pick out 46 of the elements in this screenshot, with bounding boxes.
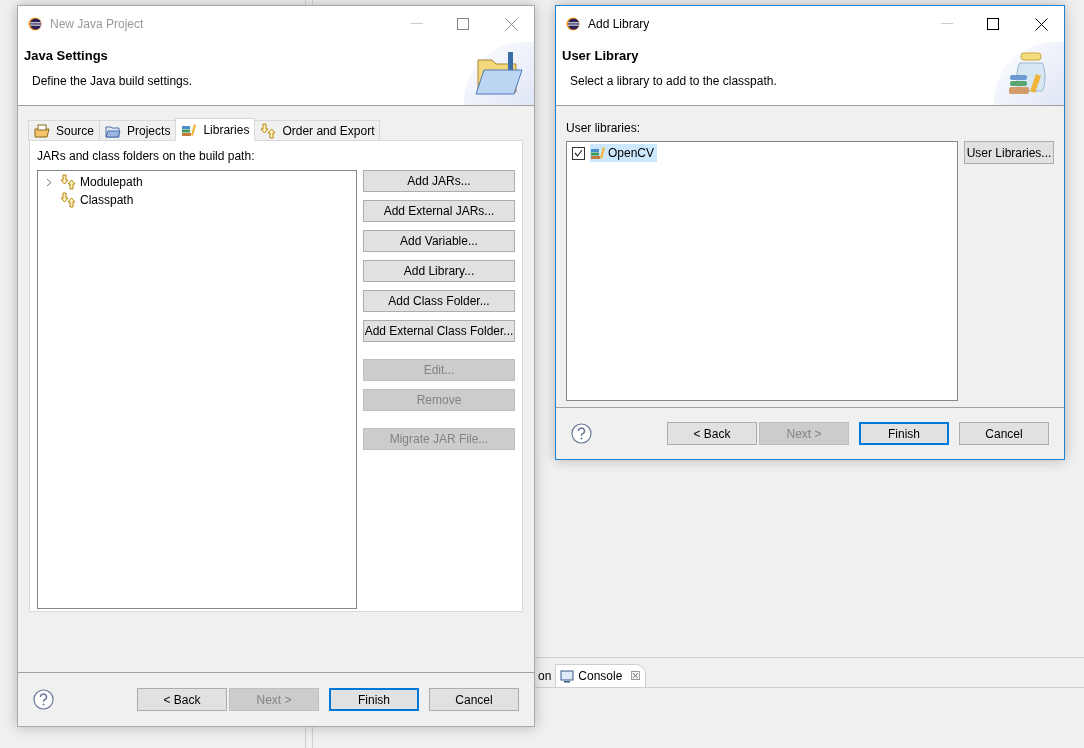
books-icon [181,122,198,137]
tab[interactable]: Source [28,120,101,141]
side-button[interactable]: Add Variable... [363,230,515,252]
tab[interactable]: Libraries [175,118,256,141]
view-tab[interactable]: on [538,665,552,687]
footer-button[interactable]: Cancel [429,688,519,711]
folder-icon [105,123,122,138]
side-button[interactable]: Add External Class Folder... [363,320,515,342]
footer-button[interactable]: Finish [329,688,419,711]
tree-item[interactable]: Modulepath [80,173,143,191]
eclipse-logo-icon [28,17,42,31]
library-item[interactable]: OpenCV [590,144,658,162]
build-path-label: JARs and class folders on the build path: [37,148,256,165]
page-description: Define the Java build settings. [32,72,193,90]
expand-chevron-icon[interactable] [46,177,52,187]
help-icon[interactable] [571,423,592,444]
page-heading: User Library [562,47,640,65]
list-label: User libraries: [566,120,641,137]
maximize-icon[interactable] [987,18,999,30]
footer-button[interactable]: Finish [859,422,949,445]
help-icon[interactable] [33,689,54,710]
page-heading: Java Settings [24,47,109,65]
close-icon[interactable] [1035,17,1048,31]
view-tab[interactable]: Console ☒ [555,664,647,687]
tree-item[interactable]: Classpath [80,191,134,209]
package-folder-icon [34,123,50,138]
close-tab-icon[interactable]: ☒ [630,667,642,685]
monitor-icon [560,669,575,683]
side-button[interactable]: Add JARs... [363,170,515,192]
checkbox[interactable] [572,146,585,160]
books-icon [590,146,606,160]
user-libraries-button[interactable]: User Libraries... [964,141,1054,164]
footer-button[interactable]: < Back [667,422,757,445]
arrows-icon [60,192,76,208]
side-button[interactable]: Add Class Folder... [363,290,515,312]
footer-button[interactable]: Cancel [959,422,1049,445]
eclipse-logo-icon [566,17,580,31]
window-title: Add Library [588,16,650,33]
side-button[interactable]: Add External JARs... [363,200,515,222]
arrows-icon [60,174,76,190]
arrows-icon [260,122,277,139]
page-description: Select a library to add to the classpath. [570,72,777,90]
footer-button[interactable]: < Back [137,688,227,711]
window-title: New Java Project [50,16,144,33]
folder-icon [474,50,524,98]
side-button[interactable]: Add Library... [363,260,515,282]
